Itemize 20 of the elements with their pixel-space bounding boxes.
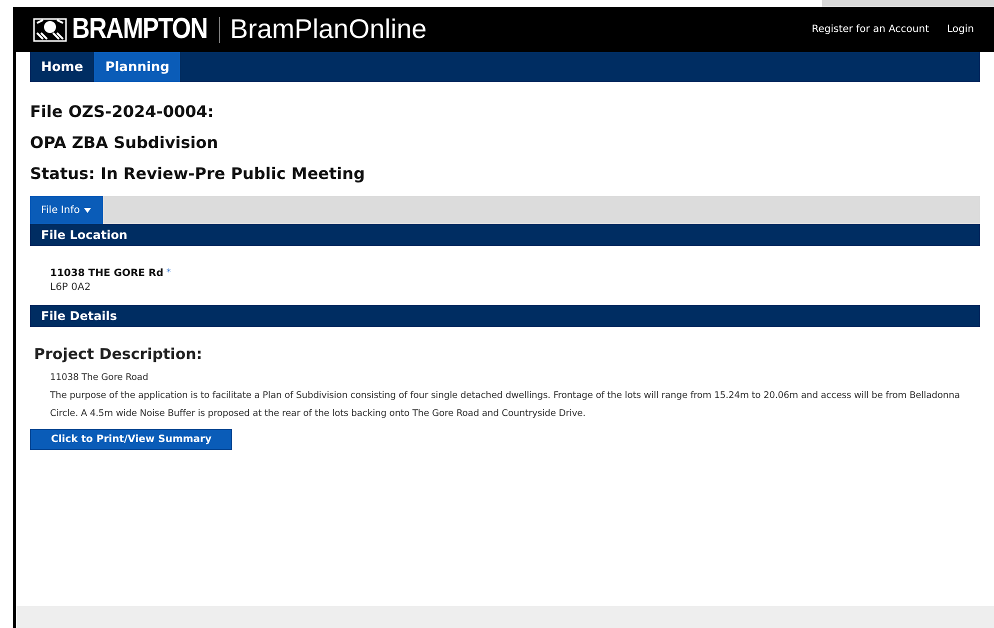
app-title: BramPlanOnline [230,14,427,45]
description-title: Project Description: [34,345,204,363]
address-marker: * [166,268,171,279]
description-text: The purpose of the application is to facilitate a Plan of Subdivision consisting of four single detached dwellings. Frontage of the lots will range from 15.24m to 20.06m and access will be from Belladonna Circle. A 4.5m wide Noise Buffer is proposed at the rear of the lots backing onto The Gore Road and Countryside Drive. [50,389,961,421]
header-link[interactable]: Login [947,24,974,35]
nav-item[interactable]: Planning [94,52,180,82]
section-header: File Details [30,305,980,327]
file-heading: OPA ZBA Subdivision [30,133,218,152]
postal-code: L6P 0A2 [50,282,92,293]
print-summary-button[interactable]: Click to Print/View Summary [30,429,232,450]
description-text: 11038 The Gore Road [50,371,150,385]
section-header: File Location [30,224,980,246]
file-heading: Status: In Review-Pre Public Meeting [30,164,366,183]
caret-icon [84,208,91,212]
header-link[interactable]: Register for an Account [812,24,930,35]
file-info-tab[interactable]: File Info [30,196,103,224]
logo-emblem-icon [32,16,68,42]
logo-wordmark: BRAMPTON [72,13,208,46]
address: 11038 THE GORE Rd [50,268,164,279]
file-heading: File OZS-2024-0004: [30,102,214,121]
